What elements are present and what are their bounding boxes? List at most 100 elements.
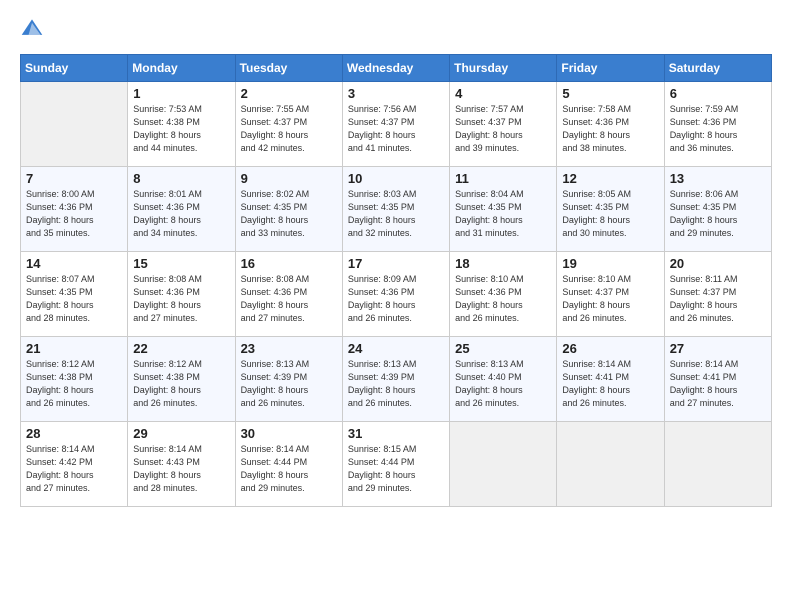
day-cell: 21 Sunrise: 8:12 AM Sunset: 4:38 PM Dayli… [21, 337, 128, 422]
day-number: 3 [348, 86, 444, 101]
day-number: 18 [455, 256, 551, 271]
day-cell: 23 Sunrise: 8:13 AM Sunset: 4:39 PM Dayli… [235, 337, 342, 422]
day-cell: 13Sunrise: 8:06 AM Sunset: 4:35 PM Dayli… [664, 167, 771, 252]
day-info: Sunrise: 8:08 AM Sunset: 4:36 PM Dayligh… [241, 273, 337, 325]
day-cell: 19 Sunrise: 8:10 AM Sunset: 4:37 PM Dayli… [557, 252, 664, 337]
day-number: 5 [562, 86, 658, 101]
day-info: Sunrise: 8:14 AM Sunset: 4:41 PM Dayligh… [670, 358, 766, 410]
day-cell: 7 Sunrise: 8:00 AM Sunset: 4:36 PM Daylig… [21, 167, 128, 252]
day-cell [450, 422, 557, 507]
day-cell: 6 Sunrise: 7:59 AM Sunset: 4:36 PM Daylig… [664, 82, 771, 167]
week-row-2: 7 Sunrise: 8:00 AM Sunset: 4:36 PM Daylig… [21, 167, 772, 252]
day-cell: 24Sunrise: 8:13 AM Sunset: 4:39 PM Dayli… [342, 337, 449, 422]
day-number: 16 [241, 256, 337, 271]
header-cell-thursday: Thursday [450, 55, 557, 82]
day-number: 6 [670, 86, 766, 101]
day-cell: 17 Sunrise: 8:09 AM Sunset: 4:36 PM Dayli… [342, 252, 449, 337]
day-number: 11 [455, 171, 551, 186]
day-cell [557, 422, 664, 507]
day-number: 8 [133, 171, 229, 186]
day-cell: 28 Sunrise: 8:14 AM Sunset: 4:42 PM Dayli… [21, 422, 128, 507]
day-number: 23 [241, 341, 337, 356]
day-info: Sunrise: 8:05 AM Sunset: 4:35 PM Dayligh… [562, 188, 658, 240]
day-number: 7 [26, 171, 122, 186]
day-info: Sunrise: 8:02 AM Sunset: 4:35 PM Dayligh… [241, 188, 337, 240]
header-cell-saturday: Saturday [664, 55, 771, 82]
week-row-3: 14 Sunrise: 8:07 AM Sunset: 4:35 PM Dayli… [21, 252, 772, 337]
day-info: Sunrise: 8:13 AM Sunset: 4:40 PM Dayligh… [455, 358, 551, 410]
day-number: 27 [670, 341, 766, 356]
day-info: Sunrise: 8:10 AM Sunset: 4:37 PM Dayligh… [562, 273, 658, 325]
day-cell: 22 Sunrise: 8:12 AM Sunset: 4:38 PM Dayli… [128, 337, 235, 422]
day-cell: 3Sunrise: 7:56 AM Sunset: 4:37 PM Daylig… [342, 82, 449, 167]
header-cell-sunday: Sunday [21, 55, 128, 82]
day-number: 31 [348, 426, 444, 441]
day-info: Sunrise: 7:57 AM Sunset: 4:37 PM Dayligh… [455, 103, 551, 155]
day-number: 29 [133, 426, 229, 441]
day-number: 12 [562, 171, 658, 186]
day-cell: 26Sunrise: 8:14 AM Sunset: 4:41 PM Dayli… [557, 337, 664, 422]
day-cell: 31 Sunrise: 8:15 AM Sunset: 4:44 PM Dayli… [342, 422, 449, 507]
day-info: Sunrise: 8:04 AM Sunset: 4:35 PM Dayligh… [455, 188, 551, 240]
logo-icon [20, 16, 44, 40]
day-number: 19 [562, 256, 658, 271]
day-number: 21 [26, 341, 122, 356]
week-row-5: 28 Sunrise: 8:14 AM Sunset: 4:42 PM Dayli… [21, 422, 772, 507]
day-cell: 11 Sunrise: 8:04 AM Sunset: 4:35 PM Dayli… [450, 167, 557, 252]
day-info: Sunrise: 8:12 AM Sunset: 4:38 PM Dayligh… [26, 358, 122, 410]
day-info: Sunrise: 7:59 AM Sunset: 4:36 PM Dayligh… [670, 103, 766, 155]
day-cell: 27 Sunrise: 8:14 AM Sunset: 4:41 PM Dayli… [664, 337, 771, 422]
day-cell [21, 82, 128, 167]
day-info: Sunrise: 7:53 AM Sunset: 4:38 PM Dayligh… [133, 103, 229, 155]
day-cell: 18 Sunrise: 8:10 AM Sunset: 4:36 PM Dayli… [450, 252, 557, 337]
day-number: 26 [562, 341, 658, 356]
day-number: 25 [455, 341, 551, 356]
day-info: Sunrise: 7:55 AM Sunset: 4:37 PM Dayligh… [241, 103, 337, 155]
day-number: 17 [348, 256, 444, 271]
day-cell: 5Sunrise: 7:58 AM Sunset: 4:36 PM Daylig… [557, 82, 664, 167]
day-number: 22 [133, 341, 229, 356]
day-cell: 16 Sunrise: 8:08 AM Sunset: 4:36 PM Dayli… [235, 252, 342, 337]
calendar-table: SundayMondayTuesdayWednesdayThursdayFrid… [20, 54, 772, 507]
day-cell [664, 422, 771, 507]
header-cell-tuesday: Tuesday [235, 55, 342, 82]
day-number: 28 [26, 426, 122, 441]
day-info: Sunrise: 8:08 AM Sunset: 4:36 PM Dayligh… [133, 273, 229, 325]
header-cell-wednesday: Wednesday [342, 55, 449, 82]
page-header [20, 16, 772, 40]
day-info: Sunrise: 8:15 AM Sunset: 4:44 PM Dayligh… [348, 443, 444, 495]
calendar-body: 1Sunrise: 7:53 AM Sunset: 4:38 PM Daylig… [21, 82, 772, 507]
header-cell-monday: Monday [128, 55, 235, 82]
day-info: Sunrise: 8:10 AM Sunset: 4:36 PM Dayligh… [455, 273, 551, 325]
day-info: Sunrise: 8:07 AM Sunset: 4:35 PM Dayligh… [26, 273, 122, 325]
day-cell: 1Sunrise: 7:53 AM Sunset: 4:38 PM Daylig… [128, 82, 235, 167]
day-info: Sunrise: 8:03 AM Sunset: 4:35 PM Dayligh… [348, 188, 444, 240]
day-number: 2 [241, 86, 337, 101]
header-row: SundayMondayTuesdayWednesdayThursdayFrid… [21, 55, 772, 82]
day-number: 20 [670, 256, 766, 271]
day-cell: 12 Sunrise: 8:05 AM Sunset: 4:35 PM Dayli… [557, 167, 664, 252]
day-cell: 9 Sunrise: 8:02 AM Sunset: 4:35 PM Daylig… [235, 167, 342, 252]
day-number: 9 [241, 171, 337, 186]
calendar-header: SundayMondayTuesdayWednesdayThursdayFrid… [21, 55, 772, 82]
day-info: Sunrise: 8:09 AM Sunset: 4:36 PM Dayligh… [348, 273, 444, 325]
week-row-4: 21 Sunrise: 8:12 AM Sunset: 4:38 PM Dayli… [21, 337, 772, 422]
day-info: Sunrise: 8:14 AM Sunset: 4:42 PM Dayligh… [26, 443, 122, 495]
week-row-1: 1Sunrise: 7:53 AM Sunset: 4:38 PM Daylig… [21, 82, 772, 167]
day-cell: 4 Sunrise: 7:57 AM Sunset: 4:37 PM Daylig… [450, 82, 557, 167]
day-number: 14 [26, 256, 122, 271]
day-cell: 15 Sunrise: 8:08 AM Sunset: 4:36 PM Dayli… [128, 252, 235, 337]
day-info: Sunrise: 8:00 AM Sunset: 4:36 PM Dayligh… [26, 188, 122, 240]
day-cell: 20Sunrise: 8:11 AM Sunset: 4:37 PM Dayli… [664, 252, 771, 337]
day-info: Sunrise: 8:01 AM Sunset: 4:36 PM Dayligh… [133, 188, 229, 240]
day-info: Sunrise: 8:06 AM Sunset: 4:35 PM Dayligh… [670, 188, 766, 240]
day-info: Sunrise: 8:12 AM Sunset: 4:38 PM Dayligh… [133, 358, 229, 410]
day-cell: 25 Sunrise: 8:13 AM Sunset: 4:40 PM Dayli… [450, 337, 557, 422]
day-info: Sunrise: 8:13 AM Sunset: 4:39 PM Dayligh… [241, 358, 337, 410]
day-number: 15 [133, 256, 229, 271]
day-number: 4 [455, 86, 551, 101]
day-cell: 29Sunrise: 8:14 AM Sunset: 4:43 PM Dayli… [128, 422, 235, 507]
day-cell: 10Sunrise: 8:03 AM Sunset: 4:35 PM Dayli… [342, 167, 449, 252]
day-cell: 8 Sunrise: 8:01 AM Sunset: 4:36 PM Daylig… [128, 167, 235, 252]
day-number: 24 [348, 341, 444, 356]
